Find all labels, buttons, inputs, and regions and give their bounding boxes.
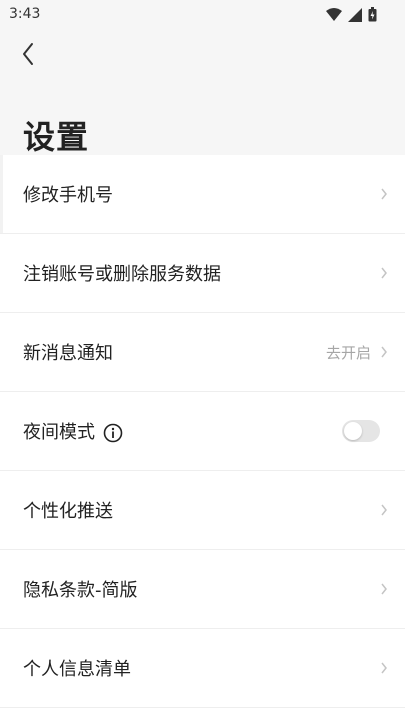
settings-list: 修改手机号 注销账号或删除服务数据 新消息通知 去开启 夜间模式 个性化推送 隐… — [0, 155, 405, 708]
chevron-right-icon — [379, 266, 389, 280]
settings-item-label: 新消息通知 — [23, 343, 113, 364]
settings-item-label: 夜间模式 — [23, 418, 123, 444]
row-right — [379, 266, 389, 280]
status-time: 3:43 — [9, 6, 41, 22]
row-right — [379, 503, 389, 517]
settings-screen: 3:43 设置 修改手机号 注销账号或删除服务数据 新消息通知 去开启 夜间模式… — [0, 0, 405, 720]
row-right — [379, 661, 389, 675]
settings-item-delete-account[interactable]: 注销账号或删除服务数据 — [0, 234, 405, 313]
chevron-left-icon — [21, 42, 35, 70]
settings-item-label: 个人信息清单 — [23, 659, 131, 680]
battery-icon — [368, 7, 377, 26]
status-bar: 3:43 — [0, 0, 405, 30]
signal-icon — [348, 7, 362, 26]
night-mode-toggle[interactable] — [342, 420, 380, 442]
settings-item-privacy-summary[interactable]: 隐私条款-简版 — [0, 550, 405, 629]
chevron-right-icon — [379, 345, 389, 359]
settings-item-night-mode: 夜间模式 — [0, 392, 405, 471]
settings-item-label: 修改手机号 — [23, 185, 113, 206]
wifi-icon — [326, 7, 342, 26]
settings-item-personalized-push[interactable]: 个性化推送 — [0, 471, 405, 550]
chevron-right-icon — [379, 503, 389, 517]
settings-item-label: 注销账号或删除服务数据 — [23, 264, 221, 285]
settings-item-label: 隐私条款-简版 — [23, 580, 138, 601]
row-right — [379, 187, 389, 201]
chevron-right-icon — [379, 582, 389, 596]
toggle-knob — [344, 422, 362, 440]
settings-item-personal-info-list[interactable]: 个人信息清单 — [0, 629, 405, 708]
notification-status-value: 去开启 — [325, 343, 371, 362]
settings-item-change-phone[interactable]: 修改手机号 — [0, 155, 405, 234]
settings-item-notifications[interactable]: 新消息通知 去开启 — [0, 313, 405, 392]
row-right — [379, 582, 389, 596]
info-icon[interactable] — [103, 423, 123, 443]
status-icons — [326, 7, 377, 26]
chevron-right-icon — [379, 661, 389, 675]
settings-item-label: 个性化推送 — [23, 501, 113, 522]
page-title: 设置 — [23, 118, 90, 156]
chevron-right-icon — [379, 187, 389, 201]
row-right: 去开启 — [326, 342, 389, 363]
night-mode-label: 夜间模式 — [23, 422, 95, 443]
back-button[interactable] — [14, 42, 42, 70]
